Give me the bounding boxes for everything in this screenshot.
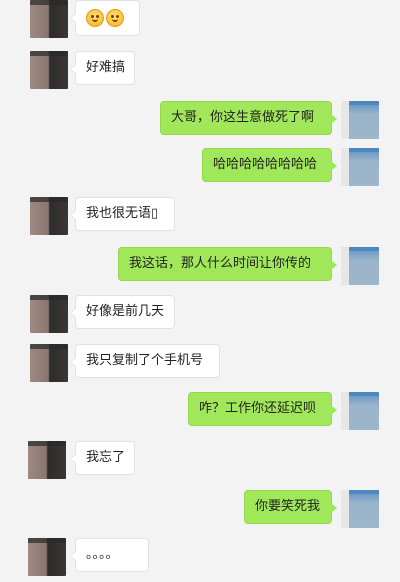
message-text: 我只复制了个手机号 xyxy=(86,353,204,368)
message-bubble: 我也很无语▯ xyxy=(70,197,175,231)
message-text: 大哥，你这生意做死了啊 xyxy=(171,110,315,125)
smile-face-icon xyxy=(106,9,124,27)
self-avatar[interactable] xyxy=(341,490,379,528)
message-bubble: 哈哈哈哈哈哈哈哈 xyxy=(202,148,337,182)
message-text: 哈哈哈哈哈哈哈哈 xyxy=(213,157,318,172)
contact-avatar[interactable] xyxy=(28,441,66,479)
message-bubble: 我这话，那人什么时间让你传的 xyxy=(118,247,337,281)
message-text: 你要笑死我 xyxy=(255,499,321,514)
message-bubble: 大哥，你这生意做死了啊 xyxy=(160,101,337,135)
message-bubble: 我忘了 xyxy=(70,441,135,475)
message-text: 我这话，那人什么时间让你传的 xyxy=(129,256,312,271)
contact-avatar[interactable] xyxy=(30,344,68,382)
chat-window: 好难搞 大哥，你这生意做死了啊 哈哈哈哈哈哈哈哈 我也很无语▯ 我这话，那人什么… xyxy=(0,0,400,582)
message-text: 好难搞 xyxy=(86,60,126,75)
self-avatar[interactable] xyxy=(341,392,379,430)
message-bubble: 咋？工作你还延迟呗 xyxy=(188,392,337,426)
message-text: 好像是前几天 xyxy=(86,304,165,319)
message-bubble: 我只复制了个手机号 xyxy=(70,344,220,378)
self-avatar[interactable] xyxy=(341,247,379,285)
message-bubble: 好像是前几天 xyxy=(70,295,175,329)
message-text: 我忘了 xyxy=(86,450,126,465)
message-bubble: 你要笑死我 xyxy=(244,490,337,524)
message-bubble xyxy=(70,0,140,36)
message-text: 。。。。 xyxy=(86,547,119,562)
self-avatar[interactable] xyxy=(341,148,379,186)
contact-avatar[interactable] xyxy=(28,538,66,576)
contact-avatar[interactable] xyxy=(30,51,68,89)
message-text: 我也很无语▯ xyxy=(86,206,159,221)
smile-face-icon xyxy=(86,9,104,27)
self-avatar[interactable] xyxy=(341,101,379,139)
message-bubble: 好难搞 xyxy=(70,51,135,85)
message-bubble: 。。。。 xyxy=(70,538,149,572)
contact-avatar[interactable] xyxy=(30,295,68,333)
message-text: 咋？工作你还延迟呗 xyxy=(199,401,317,416)
contact-avatar[interactable] xyxy=(30,197,68,235)
contact-avatar[interactable] xyxy=(30,0,68,38)
